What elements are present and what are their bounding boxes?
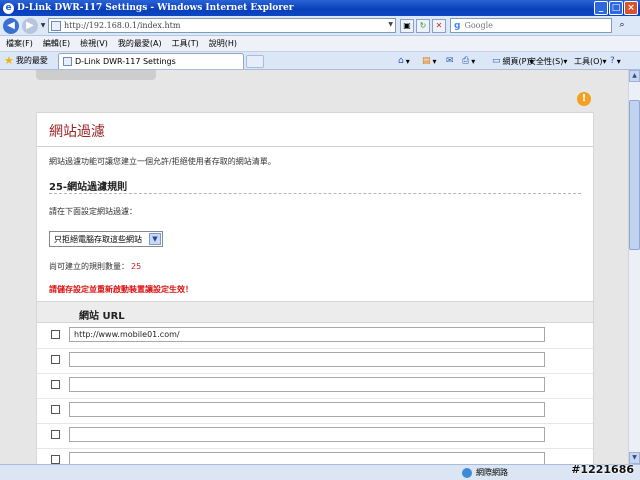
- rule-url-input[interactable]: [69, 352, 545, 367]
- url-rule-row: [37, 374, 593, 399]
- maximize-button[interactable]: □: [609, 1, 623, 15]
- filter-mode-value: 只拒絕電腦存取這些網站: [54, 234, 142, 244]
- address-dropdown-icon[interactable]: ▼: [388, 21, 393, 28]
- home-icon: ⌂: [398, 56, 404, 66]
- search-icon[interactable]: ⌕: [614, 18, 630, 33]
- new-tab-button[interactable]: [246, 55, 264, 68]
- remaining-rules-count: 25: [131, 262, 142, 271]
- menu-favorites[interactable]: 我的最愛(A): [118, 38, 162, 49]
- tools-menu[interactable]: 工具(O) ▾: [574, 54, 607, 68]
- menu-help[interactable]: 說明(H): [209, 38, 237, 49]
- remaining-rules-label: 尚可建立的規則數量：: [49, 262, 129, 271]
- vertical-scrollbar[interactable]: ▲ ▼: [628, 70, 640, 464]
- tab-page-icon: [63, 57, 72, 66]
- safety-menu-label: 安全性(S): [528, 56, 564, 66]
- remaining-rules: 尚可建立的規則數量： 25: [49, 261, 141, 272]
- tools-menu-label: 工具(O): [574, 56, 603, 66]
- history-dropdown-icon[interactable]: ▼: [38, 22, 48, 29]
- filter-prompt: 請在下面設定網站過濾：: [49, 207, 137, 216]
- star-icon: ★: [4, 54, 14, 67]
- rule-url-input[interactable]: [69, 402, 545, 417]
- rule-checkbox[interactable]: [51, 455, 60, 464]
- window-controls: _ □ ×: [594, 1, 638, 15]
- url-column-header: 網站 URL: [79, 311, 125, 322]
- url-rule-row: [37, 399, 593, 424]
- home-button[interactable]: ⌂ ▾: [398, 54, 410, 68]
- rule-url-input[interactable]: [69, 327, 545, 342]
- rule-url-input[interactable]: [69, 377, 545, 392]
- status-bar: 網際網路: [0, 464, 640, 480]
- section-title: 25-網站過濾規則: [49, 182, 128, 193]
- window-titlebar: e D-Link DWR-117 Settings - Windows Inte…: [0, 0, 640, 16]
- menu-view[interactable]: 檢視(V): [80, 38, 108, 49]
- search-box[interactable]: g: [450, 18, 612, 33]
- url-rule-row: [37, 349, 593, 374]
- back-button[interactable]: ◀: [3, 17, 19, 34]
- help-icon: ?: [610, 56, 615, 66]
- filter-mode-select[interactable]: 只拒絕電腦存取這些網站 ▼: [49, 231, 163, 247]
- url-table-header: 網站 URL: [37, 301, 593, 323]
- tab-bar: ★ 我的最愛 D-Link DWR-117 Settings ⌂ ▾ ▤ ▾ ✉ ⎙…: [0, 52, 640, 70]
- address-url[interactable]: http://192.168.0.1/index.htm: [64, 21, 180, 30]
- print-button[interactable]: ⎙ ▾: [462, 54, 475, 68]
- page-content: ! 網站過濾 網站過濾功能可讓您建立一個允許/拒絕使用者存取的網站清單。 25-…: [0, 70, 628, 464]
- favorites-button[interactable]: ★ 我的最愛: [4, 54, 48, 67]
- menu-file[interactable]: 檔案(F): [6, 38, 33, 49]
- rule-checkbox[interactable]: [51, 330, 60, 339]
- minimize-button[interactable]: _: [594, 1, 608, 15]
- menu-edit[interactable]: 編輯(E): [43, 38, 70, 49]
- globe-icon: [462, 467, 472, 478]
- print-icon: ⎙: [462, 56, 470, 66]
- page-menu-label: 網頁(P): [502, 56, 530, 66]
- page-icon: [51, 20, 61, 31]
- breadcrumb-tab: [36, 70, 156, 80]
- website-filter-panel: 網站過濾 網站過濾功能可讓您建立一個允許/拒絕使用者存取的網站清單。 25-網站…: [36, 112, 594, 464]
- watermark: #1221686: [571, 463, 634, 476]
- safety-menu[interactable]: 安全性(S) ▾: [528, 54, 567, 68]
- stop-icon[interactable]: ✕: [432, 19, 446, 33]
- rule-checkbox[interactable]: [51, 430, 60, 439]
- tab-title: D-Link DWR-117 Settings: [75, 57, 176, 66]
- feeds-button[interactable]: ▤ ▾: [422, 54, 437, 68]
- mail-button[interactable]: ✉: [446, 54, 456, 68]
- security-zone: 網際網路: [462, 467, 508, 478]
- address-bar[interactable]: http://192.168.0.1/index.htm ▼: [48, 18, 396, 33]
- section-divider: [49, 193, 581, 194]
- ie-logo-icon: e: [3, 2, 14, 14]
- page-title: 網站過濾: [49, 124, 105, 140]
- address-toolbar: ◀ ▶ ▼ http://192.168.0.1/index.htm ▼ ▣ ↻…: [0, 16, 640, 36]
- mail-icon: ✉: [446, 56, 454, 66]
- favorites-label: 我的最愛: [15, 56, 48, 65]
- page-description: 網站過濾功能可讓您建立一個允許/拒絕使用者存取的網站清單。: [49, 157, 276, 166]
- url-rule-row: [37, 424, 593, 449]
- help-button[interactable]: ? ▾: [610, 54, 621, 68]
- url-rule-row: [37, 324, 593, 349]
- rss-icon: ▤: [422, 56, 431, 66]
- scroll-up-icon[interactable]: ▲: [629, 70, 640, 82]
- compat-view-icon[interactable]: ▣: [400, 19, 414, 33]
- google-logo-icon: g: [454, 20, 461, 31]
- forward-button[interactable]: ▶: [22, 17, 38, 34]
- url-rule-row: [37, 449, 593, 464]
- page-menu-icon: ▭: [492, 56, 501, 66]
- rule-checkbox[interactable]: [51, 405, 60, 414]
- rule-checkbox[interactable]: [51, 380, 60, 389]
- save-warning: 請儲存設定並重新啟動裝置讓設定生效！: [49, 285, 193, 294]
- rule-checkbox[interactable]: [51, 355, 60, 364]
- chevron-down-icon[interactable]: ▼: [149, 233, 161, 245]
- window-title: D-Link DWR-117 Settings - Windows Intern…: [17, 3, 294, 13]
- scroll-thumb[interactable]: [629, 100, 640, 250]
- rule-url-input[interactable]: [69, 427, 545, 442]
- info-icon[interactable]: !: [577, 92, 591, 106]
- menu-tools[interactable]: 工具(T): [172, 38, 199, 49]
- close-button[interactable]: ×: [624, 1, 638, 15]
- browser-tab[interactable]: D-Link DWR-117 Settings: [58, 53, 244, 69]
- zone-label: 網際網路: [476, 468, 508, 477]
- search-input[interactable]: [464, 21, 585, 30]
- menu-bar: 檔案(F) 編輯(E) 檢視(V) 我的最愛(A) 工具(T) 說明(H): [0, 36, 640, 52]
- rule-url-input[interactable]: [69, 452, 545, 464]
- divider: [37, 146, 593, 147]
- refresh-icon[interactable]: ↻: [416, 19, 430, 33]
